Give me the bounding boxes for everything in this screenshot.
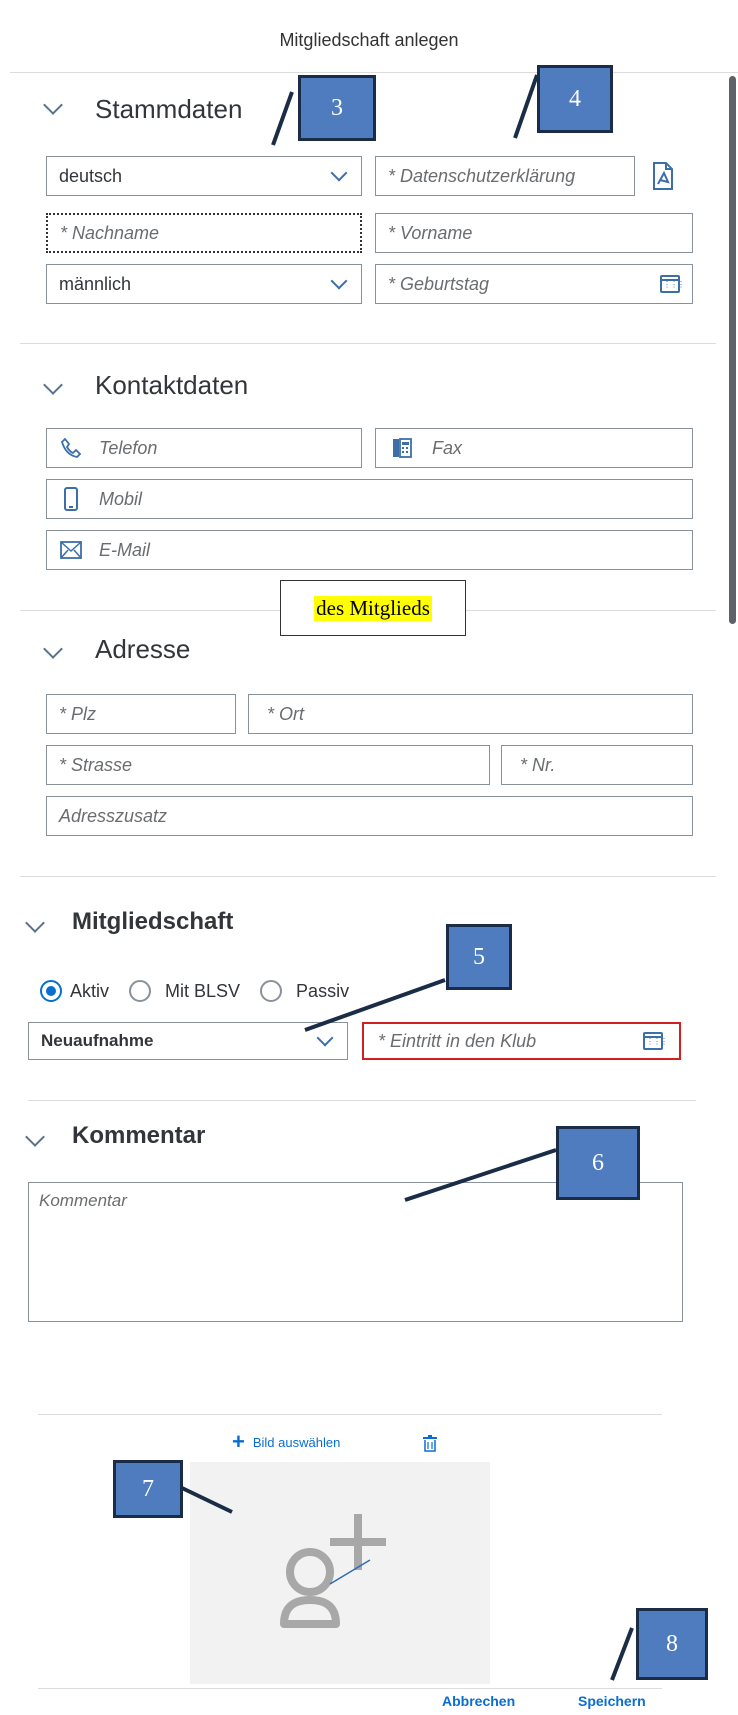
callout-3-line [271, 91, 294, 146]
callout-8-line [610, 1627, 634, 1681]
callout-6: 6 [556, 1126, 640, 1200]
callout-5-line [304, 978, 446, 1032]
callout-8: 8 [636, 1608, 708, 1680]
callout-4-line [513, 74, 539, 139]
callout-4: 4 [537, 65, 613, 133]
callout-7: 7 [113, 1460, 183, 1518]
callout-leader-lines [181, 74, 634, 1681]
callout-5: 5 [446, 924, 512, 990]
callout-6-line [404, 1148, 557, 1202]
callout-7-line [181, 1486, 233, 1514]
callout-3: 3 [298, 75, 376, 141]
